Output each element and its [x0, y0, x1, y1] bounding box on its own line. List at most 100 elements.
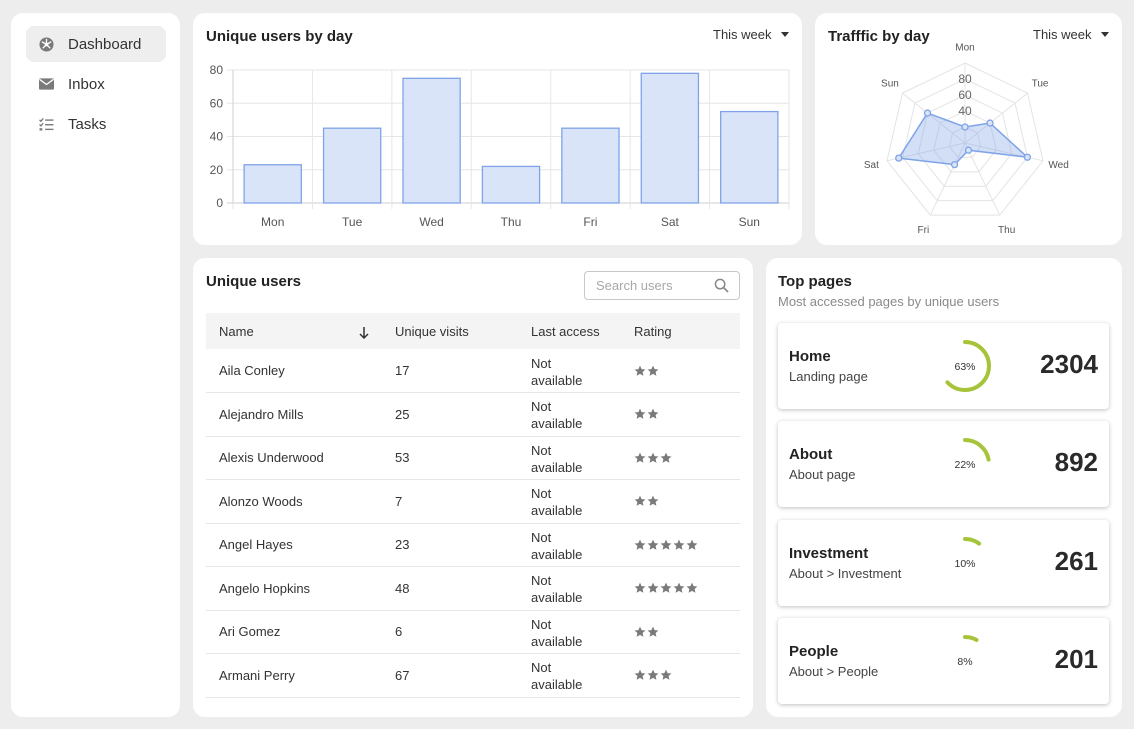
card-title: Unique users	[206, 273, 302, 290]
access-line-2: available	[531, 416, 583, 432]
radar-point-sat	[895, 154, 903, 162]
page-card-home[interactable]: Home Landing page 63% 2304	[778, 323, 1109, 409]
page-card-about[interactable]: About About page 22% 892	[778, 421, 1109, 508]
sidebar-item-tasks[interactable]: Tasks	[26, 106, 166, 142]
access-line-2: available	[531, 677, 583, 693]
table-row[interactable]: Angelo Hopkins 48 Not available	[206, 566, 740, 611]
percent-ring: 10%	[939, 536, 991, 589]
page-card-investment[interactable]: Investment About > Investment 10% 261	[778, 519, 1109, 606]
table-row[interactable]: Alexis Underwood 53 Not available	[206, 436, 740, 480]
cell-visits: 6	[382, 610, 518, 654]
radar-axis-label: Thu	[998, 225, 1015, 236]
cell-visits: 23	[382, 523, 518, 567]
column-header-name[interactable]: Name	[206, 313, 382, 349]
radar-point-thu	[964, 146, 973, 154]
rating-stars	[634, 408, 727, 420]
percent-ring: 22%	[939, 438, 991, 491]
table-row[interactable]: Aila Conley 17 Not available	[206, 349, 740, 393]
percent-ring: 8%	[939, 634, 991, 687]
rating-stars	[634, 582, 727, 594]
star-icon	[686, 582, 698, 594]
percent-label: 10%	[954, 558, 975, 570]
card-subtitle: Most accessed pages by unique users	[778, 294, 1000, 309]
sidebar-item-dashboard[interactable]: Dashboard	[26, 26, 166, 62]
star-icon	[660, 539, 672, 550]
star-icon	[660, 582, 672, 594]
sort-arrow-down-icon[interactable]	[359, 326, 369, 339]
star-icon	[634, 495, 646, 507]
radar-point-fri	[950, 160, 959, 169]
radar-chart: 40 60 80 Mon Tue Wed Thu Fri Sat Sun	[864, 43, 1069, 236]
r-tick-label: 80	[958, 72, 972, 86]
page-card-people[interactable]: People About > People 8% 201	[778, 617, 1109, 704]
bar-fri	[561, 127, 620, 204]
percent-label: 63%	[954, 361, 975, 373]
access-line-1: Not	[531, 486, 552, 502]
cell-visits: 53	[382, 436, 518, 480]
star-icon	[634, 452, 646, 463]
table-row[interactable]: Ari Gomez 6 Not available	[206, 610, 740, 654]
x-tick-label: Sat	[661, 215, 680, 229]
radar-axis-label: Mon	[955, 43, 974, 54]
bar-chart: 0 20 40 60 80 Mon Tue Wed Thu Fri Sat Sun	[210, 63, 790, 229]
y-tick-label: 40	[210, 130, 224, 144]
x-tick-label: Tue	[342, 215, 363, 229]
access-line-1: Not	[531, 616, 552, 632]
radar-point-sun	[923, 109, 932, 117]
column-label: Name	[219, 323, 254, 339]
x-tick-label: Sun	[739, 215, 760, 229]
star-icon	[647, 365, 659, 376]
cell-rating	[621, 653, 740, 698]
access-line-1: Not	[531, 660, 552, 676]
cell-last-access: Not available	[518, 610, 621, 654]
cell-rating	[621, 566, 740, 611]
page-count: 2304	[1040, 349, 1098, 379]
cell-last-access: Not available	[518, 349, 621, 393]
access-line-1: Not	[531, 529, 552, 545]
search-icon[interactable]	[714, 278, 729, 293]
page-path: About > Investment	[789, 565, 902, 581]
sidebar-item-inbox[interactable]: Inbox	[26, 66, 166, 102]
star-icon	[647, 495, 659, 507]
radar-point-wed	[1023, 153, 1032, 161]
table-row[interactable]: Armani Perry 67 Not available	[206, 653, 740, 698]
radar-point-tue	[986, 119, 994, 127]
table-row[interactable]: Angel Hayes 23 Not available	[206, 523, 740, 567]
cell-rating	[621, 610, 740, 654]
sidebar: Dashboard Inbox Tasks	[11, 13, 180, 717]
table-row[interactable]: Alonzo Woods 7 Not available	[206, 479, 740, 524]
star-icon	[660, 669, 672, 681]
bar-sat	[640, 72, 700, 204]
bar-sun	[720, 110, 779, 204]
bar-mon	[243, 164, 302, 204]
star-icon	[686, 539, 698, 550]
rating-stars	[634, 669, 727, 681]
radar-axis-label: Fri	[918, 225, 930, 236]
table-row[interactable]: Alejandro Mills 25 Not available	[206, 392, 740, 437]
page-path: About > People	[789, 663, 879, 679]
r-tick-label: 40	[958, 104, 972, 118]
page-path: About page	[789, 467, 856, 483]
cell-rating	[621, 349, 740, 393]
cell-rating	[621, 479, 740, 524]
page-path: Landing page	[789, 369, 868, 384]
table-header-row: Name Unique visits Last access Rating	[206, 313, 740, 349]
star-icon	[647, 582, 659, 594]
radar-axis-label: Sat	[864, 160, 879, 171]
card-title: Top pages	[778, 273, 852, 290]
access-line-2: available	[531, 503, 583, 519]
rating-stars	[634, 539, 727, 551]
page-name: About	[789, 446, 833, 464]
rating-stars	[634, 626, 727, 638]
unique-users-card: Unique users Name Unique visits Last acc…	[193, 258, 753, 717]
star-icon	[647, 452, 659, 463]
radar-axis-label: Sun	[881, 79, 899, 90]
column-header-visits[interactable]: Unique visits	[382, 313, 518, 349]
column-header-access[interactable]: Last access	[518, 313, 621, 349]
star-icon	[634, 539, 646, 550]
cell-visits: 7	[382, 479, 518, 524]
star-icon	[673, 539, 685, 550]
rating-stars	[634, 495, 727, 507]
column-header-rating[interactable]: Rating	[621, 313, 740, 349]
star-icon	[634, 626, 646, 637]
